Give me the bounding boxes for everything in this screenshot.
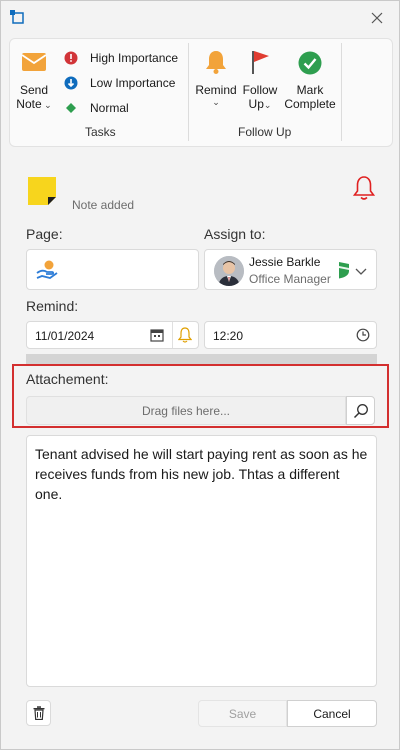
alarm-bell-icon <box>352 176 376 200</box>
mark-complete-label-line1: Mark <box>296 83 324 97</box>
note-status-text: Note added <box>72 198 135 212</box>
note-body-text: Tenant advised he will start paying rent… <box>35 446 368 502</box>
remind-button[interactable]: Remind ⌄ <box>194 49 238 108</box>
envelope-icon <box>21 53 47 71</box>
low-importance-label: Low Importance <box>90 76 176 90</box>
trash-icon <box>33 706 44 720</box>
remind-date-picker[interactable]: 11/01/2024 <box>26 321 199 349</box>
attachment-drop-zone[interactable]: Drag files here... <box>26 396 346 425</box>
chevron-down-icon: ⌄ <box>263 100 272 110</box>
remind-label: Remind: <box>26 298 79 314</box>
search-icon <box>353 403 368 418</box>
follow-up-label-line1: Follow <box>242 83 278 97</box>
bell-icon <box>206 51 226 74</box>
checkmark-circle-icon <box>298 51 322 75</box>
remind-label: Remind <box>195 83 237 97</box>
save-button[interactable]: Save <box>198 700 287 727</box>
send-note-label-line2: Note ⌄ <box>16 97 52 111</box>
follow-up-label-line2: Up⌄ <box>248 97 272 111</box>
assignee-name: Jessie Barkle <box>249 255 321 269</box>
attachment-label: Attachement: <box>26 371 109 387</box>
assign-to-label: Assign to: <box>204 226 266 242</box>
normal-importance-option[interactable]: Normal <box>64 101 129 115</box>
note-dialog-window: Send Note ⌄ High Importance Low Importan… <box>0 0 400 750</box>
normal-importance-label: Normal <box>90 101 129 115</box>
calendar-icon[interactable] <box>150 328 164 347</box>
flag-icon <box>252 51 269 74</box>
chevron-down-icon: ⌄ <box>212 97 220 107</box>
note-body-textarea[interactable]: Tenant advised he will start paying rent… <box>26 435 377 687</box>
low-importance-icon <box>64 76 78 90</box>
remind-date-value: 11/01/2024 <box>35 329 95 343</box>
alarm-button[interactable] <box>352 175 377 201</box>
page-selector[interactable] <box>26 249 199 290</box>
attachment-browse-button[interactable] <box>346 396 375 425</box>
shield-status-icon <box>339 261 349 284</box>
chevron-down-icon: ⌄ <box>41 100 52 110</box>
close-icon <box>371 12 383 24</box>
ribbon-divider <box>188 43 189 141</box>
chevron-down-icon <box>355 264 367 282</box>
assignee-role: Office Manager <box>249 272 331 286</box>
clock-icon[interactable] <box>356 328 370 347</box>
send-note-label-line1: Send <box>19 83 49 97</box>
assign-to-selector[interactable]: Jessie Barkle Office Manager <box>204 249 377 290</box>
remind-bell-icon[interactable] <box>177 327 193 348</box>
send-note-button[interactable]: Send Note ⌄ <box>15 51 53 112</box>
follow-up-group-label: Follow Up <box>238 125 292 139</box>
high-importance-label: High Importance <box>90 51 179 65</box>
attachment-placeholder: Drag files here... <box>141 403 231 418</box>
follow-up-button[interactable]: Follow Up⌄ <box>240 49 280 112</box>
remind-time-picker[interactable]: 12:20 <box>204 321 377 349</box>
mark-complete-label-line2: Complete <box>284 97 336 111</box>
section-divider-bar <box>26 354 377 364</box>
close-button[interactable] <box>365 7 389 29</box>
delete-button[interactable] <box>26 700 51 726</box>
normal-diamond-icon <box>64 101 78 115</box>
high-importance-icon <box>64 51 78 65</box>
sticky-note-icon <box>26 175 58 207</box>
hand-coin-icon <box>35 259 59 286</box>
cancel-button[interactable]: Cancel <box>287 700 377 727</box>
tasks-group-label: Tasks <box>85 125 116 139</box>
ribbon-toolbar: Send Note ⌄ High Importance Low Importan… <box>9 38 393 147</box>
ribbon-divider <box>341 43 342 141</box>
date-picker-divider <box>172 322 173 348</box>
page-label: Page: <box>26 226 63 242</box>
remind-time-value: 12:20 <box>213 329 244 343</box>
high-importance-option[interactable]: High Importance <box>64 51 178 65</box>
mark-complete-button[interactable]: Mark Complete <box>282 51 338 111</box>
low-importance-option[interactable]: Low Importance <box>64 76 175 90</box>
avatar <box>214 256 244 286</box>
app-window-icon <box>9 9 25 25</box>
